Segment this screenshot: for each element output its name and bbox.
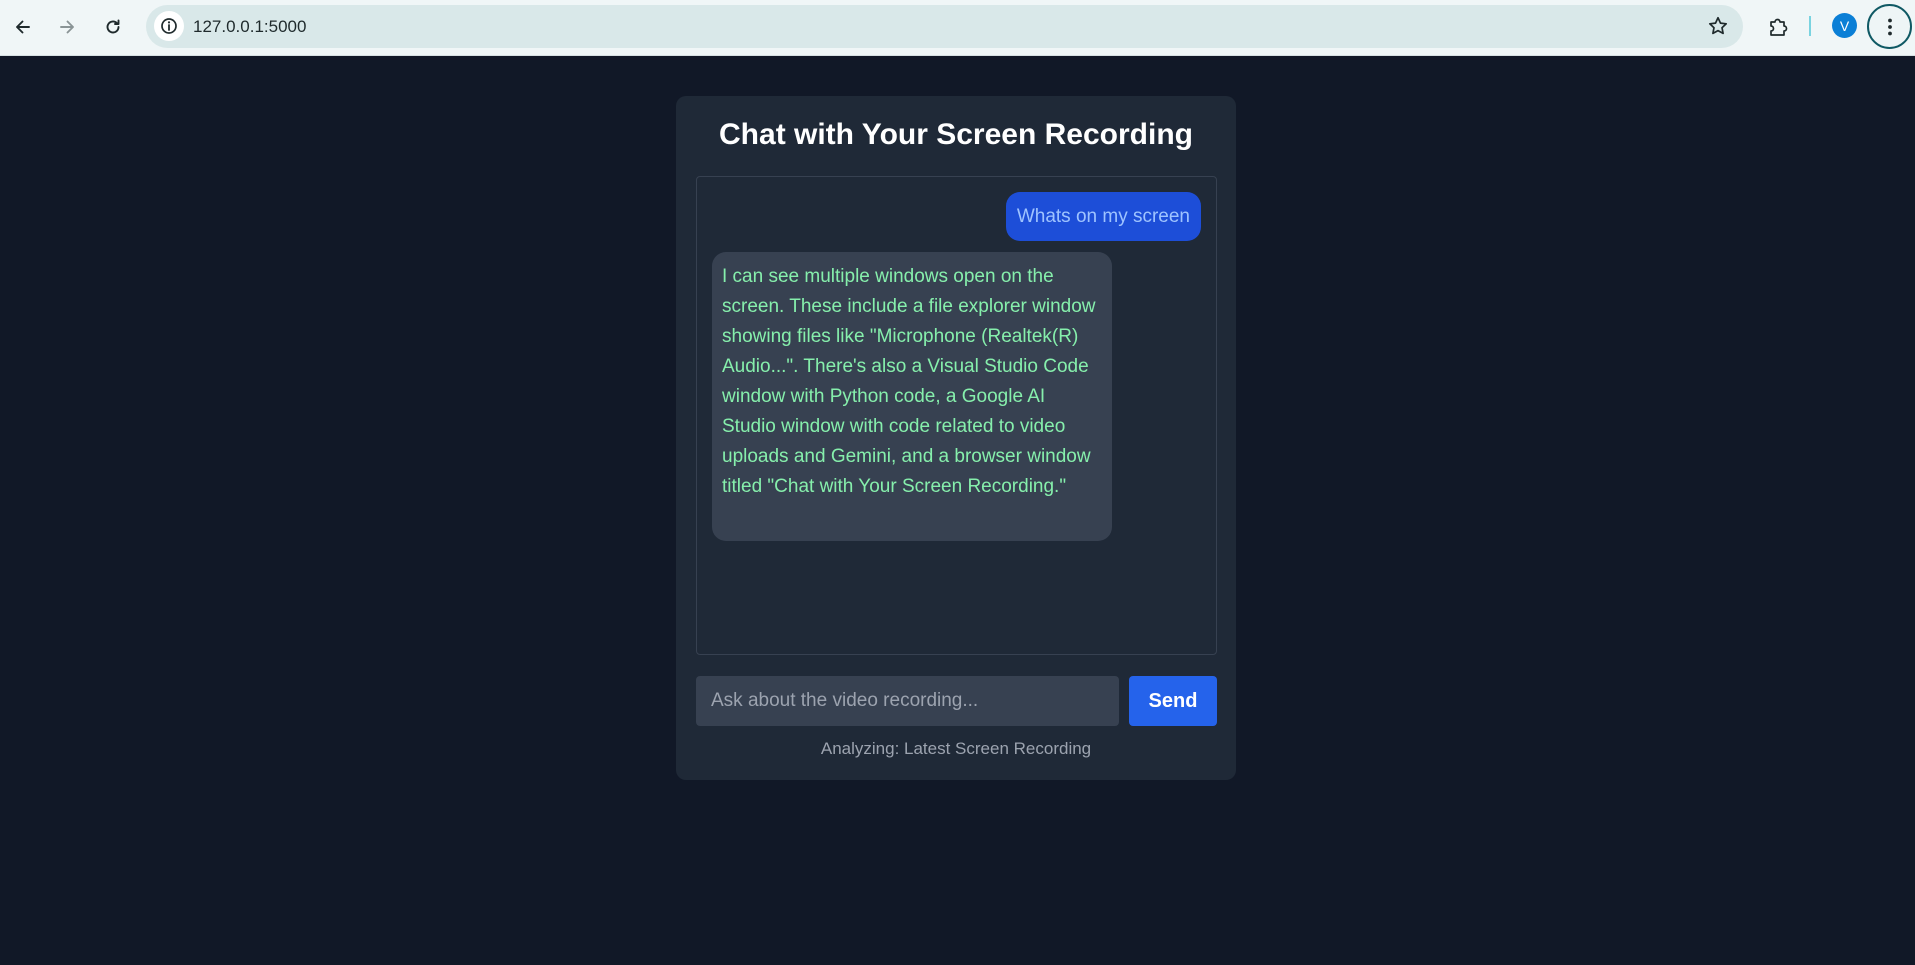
question-input[interactable] xyxy=(696,676,1119,726)
puzzle-icon xyxy=(1770,18,1788,36)
analysis-status: Analyzing: Latest Screen Recording xyxy=(820,739,1092,758)
toolbar-divider xyxy=(1809,16,1811,36)
send-button[interactable]: Send xyxy=(1129,676,1217,726)
info-icon xyxy=(161,18,177,34)
chat-history[interactable]: Whats on my screen I can see multiple wi… xyxy=(696,176,1217,655)
back-button[interactable] xyxy=(6,10,40,44)
star-icon xyxy=(1708,16,1728,35)
site-info-button[interactable] xyxy=(154,11,184,41)
bookmark-button[interactable] xyxy=(1707,15,1729,37)
arrow-right-icon xyxy=(60,20,74,34)
profile-avatar[interactable]: V xyxy=(1832,13,1857,38)
forward-button[interactable] xyxy=(50,10,84,44)
reload-icon xyxy=(106,19,120,34)
extensions-button[interactable] xyxy=(1763,12,1793,42)
chat-card: Chat with Your Screen Recording Whats on… xyxy=(676,96,1236,780)
browser-menu-button[interactable] xyxy=(1867,4,1912,49)
url-text[interactable]: 127.0.0.1:5000 xyxy=(193,5,306,48)
assistant-message: I can see multiple windows open on the s… xyxy=(712,252,1112,541)
address-bar[interactable]: 127.0.0.1:5000 xyxy=(146,5,1743,48)
arrow-left-icon xyxy=(16,20,30,34)
kebab-menu-icon xyxy=(1887,18,1892,35)
browser-toolbar: 127.0.0.1:5000 V xyxy=(0,0,1915,56)
page-title: Chat with Your Screen Recording xyxy=(719,118,1193,151)
user-message: Whats on my screen xyxy=(1005,192,1201,241)
reload-button[interactable] xyxy=(96,10,130,44)
